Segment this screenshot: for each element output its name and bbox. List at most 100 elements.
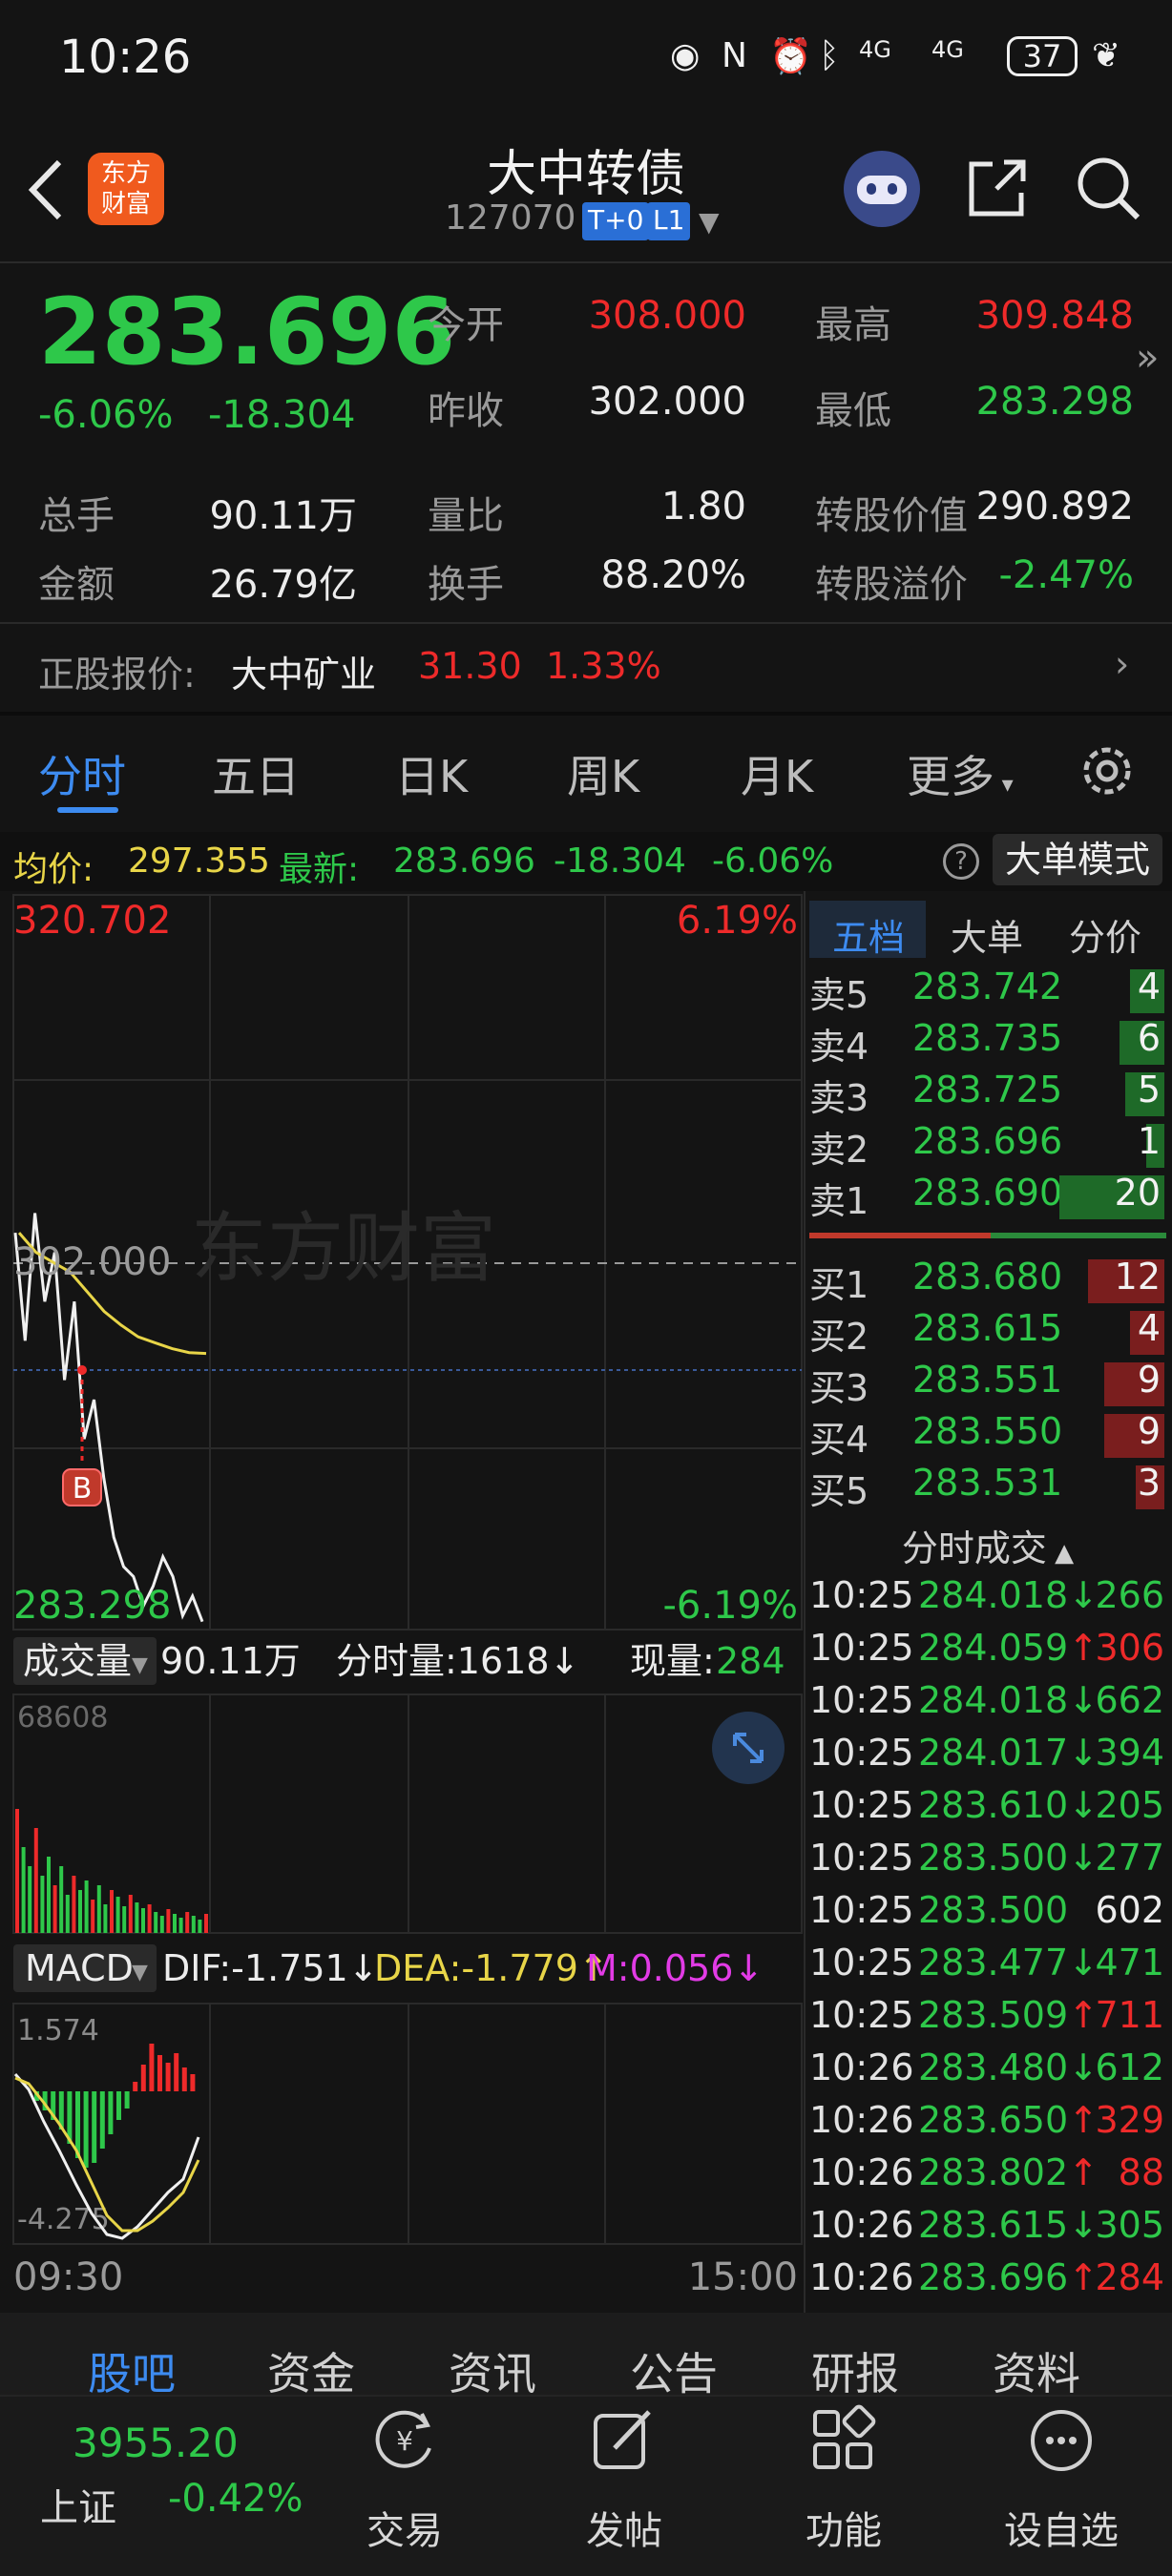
tab-weekly-k[interactable]: 周K — [567, 742, 639, 805]
tab-monthly-k[interactable]: 月K — [741, 742, 813, 805]
index-pct[interactable]: -0.42% — [168, 2477, 303, 2521]
underlying-price: 31.30 — [418, 645, 522, 687]
tab-price-distribution[interactable]: 分价 — [1069, 908, 1141, 961]
index-name[interactable]: 上证 — [40, 2477, 116, 2532]
ask-level-row[interactable]: 卖4 283.735 6 — [809, 1017, 1164, 1069]
time-end-label: 15:00 — [688, 2255, 798, 2299]
macd-top-label: 1.574 — [17, 2014, 99, 2047]
tab-research[interactable]: 研报 — [811, 2339, 899, 2402]
divider — [0, 712, 1172, 716]
trade-row: 10:26 283.696↑ 284 — [809, 2256, 1168, 2310]
tab-profile[interactable]: 资料 — [993, 2339, 1080, 2402]
trade-time: 10:25 — [809, 1942, 914, 1984]
share-icon[interactable] — [964, 155, 1031, 221]
nav-add-watchlist[interactable]: 设自选 — [994, 2500, 1128, 2555]
ask-level-price: 283.735 — [912, 1017, 1063, 1059]
nav-post[interactable]: 发帖 — [557, 2500, 691, 2555]
volume-bar — [178, 1918, 183, 1933]
underlying-stock-row[interactable]: 正股报价: 大中矿业 31.30 1.33% › — [0, 624, 1172, 712]
volume-bar — [59, 1866, 64, 1933]
arrow-down-icon: ↓ — [1068, 1784, 1099, 1826]
bid-level-row[interactable]: 买5 283.531 3 — [809, 1462, 1164, 1513]
active-tab-indicator — [57, 807, 118, 813]
bid-level-row[interactable]: 买2 283.615 4 — [809, 1307, 1164, 1359]
arrow-down-icon: ↓ — [1068, 2204, 1099, 2246]
post-edit-icon[interactable] — [586, 2404, 659, 2477]
bid-level-row[interactable]: 买1 283.680 12 — [809, 1256, 1164, 1307]
search-icon[interactable] — [1073, 153, 1143, 223]
signal-icon: 4G — [859, 36, 891, 63]
volume-bar — [40, 1876, 45, 1933]
volume-bar — [15, 1809, 19, 1933]
bid-level-price: 283.551 — [912, 1359, 1063, 1401]
macd-dif: DIF:-1.751↓ — [162, 1947, 379, 1989]
trade-price: 284.059↑ — [918, 1627, 1099, 1669]
volume-bar — [28, 1866, 32, 1933]
volume-bar — [115, 1897, 120, 1933]
expand-right-icon[interactable]: » — [1136, 336, 1159, 380]
trade-volume: 284 — [1095, 2256, 1164, 2298]
trade-price: 284.018↓ — [918, 1574, 1099, 1616]
trade-time: 10:25 — [809, 1994, 914, 2036]
chevron-down-icon[interactable]: ▼ — [699, 206, 720, 238]
settings-gear-icon[interactable] — [1077, 740, 1138, 801]
bid-level-price: 283.615 — [912, 1307, 1063, 1349]
tab-announcements[interactable]: 公告 — [630, 2339, 718, 2402]
assistant-robot-icon[interactable] — [844, 151, 920, 227]
volume-bar — [52, 1885, 57, 1933]
ask-level-row[interactable]: 卖1 283.690 20 — [809, 1172, 1164, 1223]
arrow-down-icon: ↓ — [1068, 1574, 1099, 1616]
ask-level-row[interactable]: 卖5 283.742 4 — [809, 966, 1164, 1017]
tab-five-level[interactable]: 五档 — [809, 901, 926, 959]
turnover-label: 换手 — [428, 563, 504, 607]
y-mid-label: 302.000 — [13, 1240, 171, 1284]
turnover-value: 88.20% — [600, 553, 746, 597]
volume-bar — [147, 1904, 152, 1933]
tab-capital[interactable]: 资金 — [267, 2339, 355, 2402]
ask-level-row[interactable]: 卖3 283.725 5 — [809, 1069, 1164, 1120]
functions-grid-icon[interactable] — [807, 2404, 880, 2477]
trade-volume: 88 — [1118, 2151, 1164, 2193]
status-bar: 10:26 ◉ N ⏰ ᛒ 4G 4G 37 ❦ — [0, 0, 1172, 114]
tab-news[interactable]: 资讯 — [449, 2339, 536, 2402]
arrow-up-icon: ↑ — [1068, 2256, 1099, 2298]
bluetooth-icon: ᛒ — [819, 36, 840, 75]
trade-volume: 277 — [1095, 1837, 1164, 1879]
volume-bar — [78, 1890, 82, 1933]
trade-volume: 205 — [1095, 1784, 1164, 1826]
eye-icon: ◉ — [670, 36, 701, 75]
nav-trade[interactable]: 交易 — [338, 2500, 471, 2555]
ask-level-label: 卖1 — [809, 1180, 869, 1222]
ask-level-label: 卖5 — [809, 974, 869, 1016]
bid-level-row[interactable]: 买3 283.551 9 — [809, 1359, 1164, 1410]
tab-daily-k[interactable]: 日K — [395, 742, 468, 805]
high-label: 最高 — [815, 303, 891, 347]
nav-functions[interactable]: 功能 — [777, 2500, 910, 2555]
trade-row: 10:25 283.500 602 — [809, 1889, 1168, 1942]
tab-label: 五档 — [832, 917, 906, 959]
bid-level-qty: 9 — [1137, 1410, 1161, 1452]
bid-level-row[interactable]: 买4 283.550 9 — [809, 1410, 1164, 1462]
macd-bar — [157, 2055, 162, 2091]
trade-price: 283.500↓ — [918, 1837, 1099, 1879]
intraday-chart[interactable]: 东方财富 B 320.702 6.19% 302.000 283.298 -6.… — [0, 891, 804, 2313]
trades-title[interactable]: 分时成交 ▲ — [809, 1519, 1166, 1571]
tab-intraday[interactable]: 分时 — [38, 742, 126, 805]
add-watchlist-icon[interactable] — [1025, 2404, 1098, 2477]
trade-icon[interactable]: ¥ — [368, 2404, 441, 2477]
arrow-down-icon: ↓ — [1068, 1942, 1099, 1984]
tab-forum[interactable]: 股吧 — [88, 2339, 176, 2402]
arrow-up-icon: ↑ — [1068, 2151, 1099, 2193]
l1-badge: L1 — [647, 202, 691, 240]
ask-level-row[interactable]: 卖2 283.696 1 — [809, 1120, 1164, 1172]
big-order-mode-button[interactable]: 大单模式 — [993, 834, 1162, 885]
ask-level-price: 283.742 — [912, 966, 1063, 1008]
tab-more[interactable]: 更多 ▾ — [907, 742, 1014, 805]
index-value[interactable]: 3955.20 — [73, 2420, 239, 2466]
tab-big-orders[interactable]: 大单 — [951, 908, 1023, 961]
current-volume-label: 现量: — [630, 1640, 715, 1682]
caret-down-icon: ▼ — [132, 1961, 148, 1984]
volume-bar — [122, 1906, 127, 1933]
tab-five-day[interactable]: 五日 — [212, 742, 300, 805]
help-icon[interactable]: ? — [943, 843, 979, 880]
